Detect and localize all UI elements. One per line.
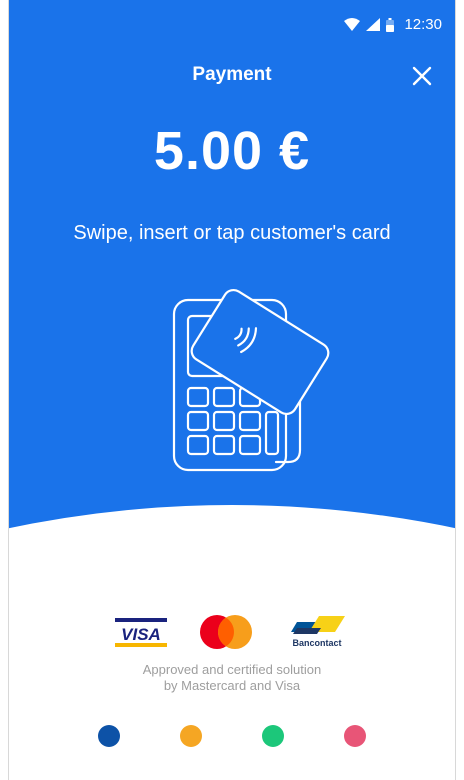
dot-green: [262, 725, 284, 747]
visa-logo: VISA: [115, 618, 167, 647]
signal-icon: [366, 18, 381, 31]
dot-pink: [344, 725, 366, 747]
status-icons: 12:30: [344, 16, 442, 33]
payment-screen: 12:30 Payment 5.00 € Swipe, insert or ta…: [0, 0, 464, 780]
close-icon: [412, 66, 432, 86]
device-frame-right: [455, 0, 464, 780]
close-button[interactable]: [410, 64, 434, 88]
card-logos: VISA Bancontact: [0, 612, 464, 652]
svg-text:VISA: VISA: [121, 625, 161, 644]
status-dots: [0, 725, 464, 747]
status-bar: 12:30: [0, 0, 464, 44]
wave-divider: [0, 505, 464, 560]
payment-instruction: Swipe, insert or tap customer's card: [73, 222, 391, 244]
approval-line-1: Approved and certified solution: [142, 662, 322, 677]
wifi-icon: [344, 18, 361, 31]
dot-orange: [180, 725, 202, 747]
payment-amount: 5.00 €: [153, 121, 311, 181]
approval-line-2: by Mastercard and Visa: [163, 678, 301, 693]
approval-text: Approved and certified solution by Maste…: [0, 662, 464, 694]
mastercard-logo: [200, 615, 252, 649]
bancontact-logo: Bancontact: [291, 616, 345, 648]
svg-text:Bancontact: Bancontact: [292, 638, 341, 648]
payment-header-area: 12:30 Payment 5.00 € Swipe, insert or ta…: [0, 0, 464, 560]
page-title: Payment: [192, 64, 272, 85]
card-terminal-illustration: [172, 288, 330, 472]
battery-icon: [386, 17, 395, 32]
dot-blue: [98, 725, 120, 747]
device-frame-left: [0, 0, 9, 780]
status-time: 12:30: [404, 16, 442, 33]
